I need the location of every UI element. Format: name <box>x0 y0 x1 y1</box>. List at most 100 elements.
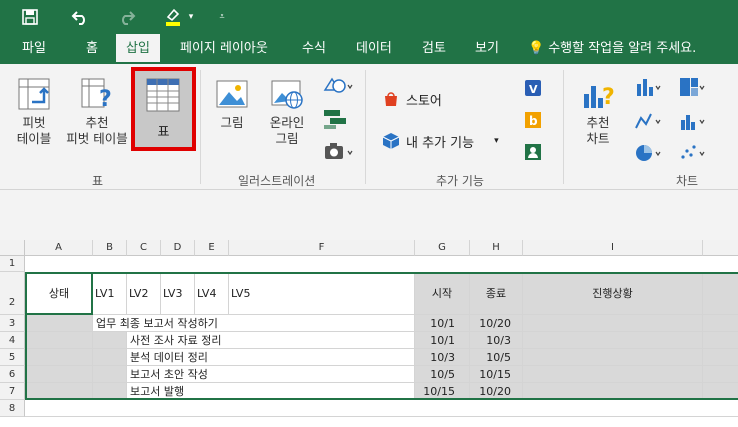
column-header[interactable]: H <box>470 240 523 256</box>
picture-button[interactable]: 그림 <box>212 76 252 131</box>
column-header[interactable] <box>703 240 738 256</box>
row-header[interactable]: 5 <box>0 349 25 366</box>
row-header[interactable]: 6 <box>0 366 25 383</box>
start-cell[interactable]: 10/1 <box>415 332 470 349</box>
column-header[interactable]: D <box>161 240 195 256</box>
cell-a2[interactable]: 상태 <box>25 272 93 315</box>
progress-cell[interactable] <box>523 366 703 383</box>
tab-view[interactable]: 보기 <box>475 34 499 64</box>
cell-extra[interactable] <box>703 383 738 400</box>
cell-a4[interactable] <box>25 332 93 349</box>
screenshot-button[interactable] <box>322 140 354 162</box>
table-button[interactable]: 표 <box>131 67 196 151</box>
undo-icon[interactable] <box>68 6 92 28</box>
end-cell[interactable]: 10/3 <box>470 332 523 349</box>
cell-a3[interactable] <box>25 315 93 332</box>
cell-h2[interactable]: 종료 <box>470 272 523 315</box>
start-cell[interactable]: 10/5 <box>415 366 470 383</box>
progress-cell[interactable] <box>523 332 703 349</box>
cell-c2[interactable]: LV2 <box>127 272 161 315</box>
column-header[interactable]: B <box>93 240 127 256</box>
tab-home[interactable]: 홈 <box>86 34 98 64</box>
cell-extra[interactable] <box>703 315 738 332</box>
smartart-button[interactable] <box>322 108 352 130</box>
task-cell[interactable]: 보고서 발행 <box>127 383 415 400</box>
end-cell[interactable]: 10/20 <box>470 315 523 332</box>
end-cell[interactable]: 10/20 <box>470 383 523 400</box>
row-header[interactable]: 8 <box>0 400 25 417</box>
redo-icon[interactable] <box>115 6 139 28</box>
store-button[interactable]: 스토어 <box>382 88 442 110</box>
statistic-chart-button[interactable] <box>678 110 706 132</box>
task-cell[interactable]: 사전 조사 자료 정리 <box>127 332 415 349</box>
start-cell[interactable]: 10/1 <box>415 315 470 332</box>
progress-cell[interactable] <box>523 349 703 366</box>
column-header[interactable]: I <box>523 240 703 256</box>
end-cell[interactable]: 10/15 <box>470 366 523 383</box>
task-cell[interactable]: 보고서 초안 작성 <box>127 366 415 383</box>
cell-j2[interactable] <box>703 272 738 315</box>
visio-button[interactable]: V <box>523 78 545 98</box>
worksheet-grid[interactable]: A B C D E F G H I 1 2 3 4 5 6 7 8 상태 LV1… <box>0 240 738 427</box>
highlighter-icon[interactable] <box>162 6 184 28</box>
cell-extra[interactable] <box>703 366 738 383</box>
tab-formulas[interactable]: 수식 <box>302 34 326 64</box>
row-header[interactable]: 7 <box>0 383 25 400</box>
task-cell[interactable]: 업무 최종 보고서 작성하기 <box>93 315 415 332</box>
cell-d2[interactable]: LV3 <box>161 272 195 315</box>
row-header[interactable]: 3 <box>0 315 25 332</box>
cell-extra[interactable] <box>703 332 738 349</box>
cell-f2[interactable]: LV5 <box>229 272 415 315</box>
row-header[interactable]: 4 <box>0 332 25 349</box>
bing-maps-button[interactable]: b <box>523 110 545 130</box>
cell-a5[interactable] <box>25 349 93 366</box>
cell-a7[interactable] <box>25 383 93 400</box>
column-header[interactable]: C <box>127 240 161 256</box>
pivot-table-button[interactable]: 피벗 테이블 <box>10 76 58 147</box>
tab-review[interactable]: 검토 <box>422 34 446 64</box>
progress-cell[interactable] <box>523 315 703 332</box>
empty-row[interactable] <box>25 400 738 417</box>
tell-me-box[interactable]: 💡 수행할 작업을 알려 주세요. <box>528 34 696 64</box>
cell-b5[interactable] <box>93 349 127 366</box>
customize-qat-icon[interactable]: ⩡ <box>215 6 229 28</box>
scatter-chart-button[interactable] <box>678 142 706 164</box>
people-graph-button[interactable] <box>523 142 545 162</box>
cell-a6[interactable] <box>25 366 93 383</box>
cell-b6[interactable] <box>93 366 127 383</box>
cell-b4[interactable] <box>93 332 127 349</box>
start-cell[interactable]: 10/15 <box>415 383 470 400</box>
column-header[interactable]: E <box>195 240 229 256</box>
row-header[interactable]: 2 <box>0 272 25 315</box>
shapes-button[interactable] <box>322 76 354 96</box>
end-cell[interactable]: 10/5 <box>470 349 523 366</box>
start-cell[interactable]: 10/3 <box>415 349 470 366</box>
tab-page-layout[interactable]: 페이지 레이아웃 <box>180 34 268 64</box>
row-header[interactable]: 1 <box>0 256 25 272</box>
column-chart-button[interactable] <box>634 76 662 98</box>
cell-b7[interactable] <box>93 383 127 400</box>
pie-chart-button[interactable] <box>634 142 662 164</box>
progress-cell[interactable] <box>523 383 703 400</box>
recommended-pivot-button[interactable]: ? 추천 피벗 테이블 <box>62 76 132 147</box>
tab-insert[interactable]: 삽입 <box>116 34 160 64</box>
chevron-down-icon[interactable]: ▾ <box>186 6 196 28</box>
my-addins-button[interactable]: 내 추가 기능 ▾ <box>382 130 499 152</box>
cell-extra[interactable] <box>703 349 738 366</box>
line-chart-button[interactable] <box>634 110 662 132</box>
tab-file[interactable]: 파일 <box>22 34 46 64</box>
column-header[interactable]: G <box>415 240 470 256</box>
column-header[interactable]: A <box>25 240 93 256</box>
cell-i2[interactable]: 진행상황 <box>523 272 703 315</box>
save-icon[interactable] <box>18 6 42 28</box>
tab-data[interactable]: 데이터 <box>356 34 392 64</box>
hierarchy-chart-button[interactable] <box>678 76 706 98</box>
cell-b2[interactable]: LV1 <box>93 272 127 315</box>
recommended-charts-button[interactable]: ? 추천 차트 <box>575 76 621 147</box>
task-cell[interactable]: 분석 데이터 정리 <box>127 349 415 366</box>
online-picture-button[interactable]: 온라인 그림 <box>262 76 312 147</box>
select-all-corner[interactable] <box>0 240 25 256</box>
cell-g2[interactable]: 시작 <box>415 272 470 315</box>
column-header[interactable]: F <box>229 240 415 256</box>
cell-e2[interactable]: LV4 <box>195 272 229 315</box>
